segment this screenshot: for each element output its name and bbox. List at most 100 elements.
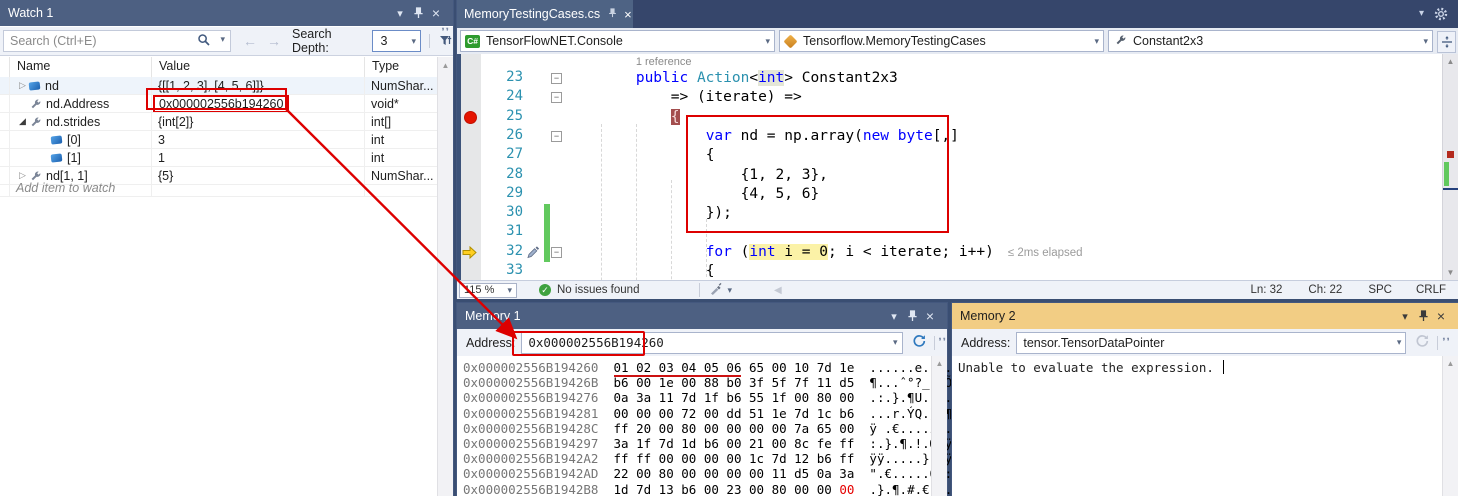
split-editor-button[interactable] <box>1437 31 1456 53</box>
watch-type-cell[interactable]: int <box>365 131 437 148</box>
memory2-scrollbar[interactable]: ▲ <box>1442 356 1458 496</box>
gear-icon[interactable] <box>1434 7 1448 24</box>
watch-value-cell[interactable]: 0x000002556b194260 <box>152 95 365 112</box>
code-line[interactable]: { <box>566 146 1442 165</box>
tab-close-icon[interactable]: × <box>624 7 632 22</box>
fold-collapse-box[interactable]: − <box>551 247 562 258</box>
col-header-name[interactable]: Name <box>10 57 152 77</box>
memory1-hex-dump[interactable]: 0x000002556B194260 01 02 03 04 05 06 65 … <box>457 356 932 496</box>
memory2-address-input[interactable]: tensor.TensorDataPointer ▾ <box>1016 332 1406 354</box>
memory-row[interactable]: 0x000002556B194260 01 02 03 04 05 06 65 … <box>463 360 916 375</box>
memory1-address-input[interactable]: 0x000002556B194260 ▾ <box>521 332 902 354</box>
close-icon[interactable]: × <box>921 308 939 324</box>
refresh-icon[interactable] <box>912 334 926 351</box>
fold-collapse-box[interactable]: − <box>551 131 562 142</box>
watch-name-cell[interactable]: ◢nd.strides <box>10 113 152 130</box>
memory-row[interactable]: 0x000002556B19428C ff 20 00 80 00 00 00 … <box>463 421 916 436</box>
search-depth-dropdown[interactable]: 3 ▾ <box>372 30 421 52</box>
tab-pin-icon[interactable] <box>608 7 617 21</box>
code-line[interactable] <box>566 223 1442 242</box>
toolbar-overflow-grip[interactable]: ❜❜ <box>442 27 450 38</box>
code-line[interactable]: { <box>566 262 1442 280</box>
health-indicator-text[interactable]: No issues found <box>557 284 639 296</box>
scroll-down-icon[interactable]: ▼ <box>1443 268 1458 277</box>
code-line[interactable]: public Action<int> Constant2x3 <box>566 69 1442 88</box>
scroll-up-icon[interactable]: ▲ <box>438 57 453 70</box>
tab-list-chevron-icon[interactable]: ▾ <box>1419 8 1424 19</box>
code-line[interactable]: => (iterate) => <box>566 88 1442 107</box>
col-header-value[interactable]: Value <box>152 57 365 77</box>
memory-row[interactable]: 0x000002556B19426B b6 00 1e 00 88 b0 3f … <box>463 375 916 390</box>
close-icon[interactable]: × <box>427 5 445 21</box>
watch-value-cell[interactable]: 1 <box>152 149 365 166</box>
code-line[interactable]: var nd = np.array(new byte[,] <box>566 127 1442 146</box>
health-check-icon[interactable]: ✓ <box>539 284 551 296</box>
watch-name-cell[interactable]: [0] <box>10 131 152 148</box>
editor-vertical-scrollbar[interactable]: ▲ ▼ <box>1442 54 1458 280</box>
memory2-titlebar[interactable]: Memory 2 ▾ × <box>952 303 1458 329</box>
search-icon[interactable] <box>197 33 211 50</box>
pin-icon[interactable] <box>903 308 921 324</box>
memory1-titlebar[interactable]: Memory 1 ▾ × <box>457 303 947 329</box>
class-dropdown[interactable]: Tensorflow.MemoryTestingCases ▾ <box>779 30 1104 52</box>
member-dropdown[interactable]: Constant2x3 ▾ <box>1108 30 1433 52</box>
code-line[interactable]: { <box>566 108 1442 127</box>
watch-type-cell[interactable]: int <box>365 149 437 166</box>
window-position-chevron-icon[interactable]: ▾ <box>391 5 409 21</box>
watch-name-cell[interactable]: [1] <box>10 149 152 166</box>
memory-row[interactable]: 0x000002556B1942A2 ff ff 00 00 00 00 1c … <box>463 451 916 466</box>
search-forward-icon[interactable]: → <box>262 33 286 49</box>
watch-row[interactable]: [1]1int <box>0 149 437 167</box>
watch-type-cell[interactable]: int[] <box>365 113 437 130</box>
fold-collapse-box[interactable]: − <box>551 92 562 103</box>
toolbar-overflow-grip[interactable]: ❜❜ <box>939 337 947 348</box>
memory2-content[interactable]: Unable to evaluate the expression. <box>952 356 1443 496</box>
scroll-up-icon[interactable]: ▲ <box>1443 54 1458 66</box>
memory-row[interactable]: 0x000002556B194276 0a 3a 11 7d 1f b6 55 … <box>463 390 916 405</box>
scroll-up-icon[interactable]: ▲ <box>932 356 947 368</box>
memory1-scrollbar[interactable]: ▲ <box>931 356 947 496</box>
code-line[interactable]: {4, 5, 6} <box>566 185 1442 204</box>
watch-row[interactable]: [0]3int <box>0 131 437 149</box>
code-area[interactable]: 231 reference− public Action<int> Consta… <box>457 54 1458 280</box>
breakpoint-icon[interactable] <box>464 111 477 124</box>
current-statement-arrow-icon[interactable] <box>462 246 477 262</box>
memory-row[interactable]: 0x000002556B194281 00 00 00 72 00 dd 51 … <box>463 406 916 421</box>
perf-tip[interactable]: ≤ 2ms elapsed <box>1008 247 1083 259</box>
watch-row[interactable]: nd.Address0x000002556b194260void* <box>0 95 437 113</box>
code-line[interactable]: {1, 2, 3}, <box>566 166 1442 185</box>
code-line[interactable]: }); <box>566 204 1442 223</box>
watch-name-cell[interactable]: ▷nd <box>10 77 152 94</box>
format-broom-icon[interactable] <box>708 282 723 298</box>
watch-scrollbar[interactable]: ▲ <box>437 57 453 496</box>
toolbar-overflow-grip[interactable]: ❜❜ <box>1442 337 1450 348</box>
memory-row[interactable]: 0x000002556B194297 3a 1f 7d 1d b6 00 21 … <box>463 436 916 451</box>
fold-collapse-box[interactable]: − <box>551 73 562 84</box>
watch-add-row[interactable]: Add item to watch <box>0 179 437 197</box>
memory-row[interactable]: 0x000002556B1942B8 1d 7d 13 b6 00 23 00 … <box>463 482 916 496</box>
pin-icon[interactable] <box>409 5 427 21</box>
window-position-chevron-icon[interactable]: ▾ <box>1396 308 1414 324</box>
pin-icon[interactable] <box>1414 308 1432 324</box>
hscroll-left-icon[interactable]: ◀ <box>774 285 782 296</box>
watch-type-cell[interactable]: void* <box>365 95 437 112</box>
watch-value-cell[interactable]: {[[1, 2, 3], [4, 5, 6]]} <box>152 77 365 94</box>
watch-value-cell[interactable]: {int[2]} <box>152 113 365 130</box>
collapsed-expander-icon[interactable]: ▷ <box>16 80 29 91</box>
watch-value-cell[interactable]: 3 <box>152 131 365 148</box>
search-options-chevron-icon[interactable]: ▾ <box>220 34 225 45</box>
code-line[interactable]: for (int i = 0; i < iterate; i++)≤ 2ms e… <box>566 243 1442 262</box>
watch-type-cell[interactable]: NumShar... <box>365 77 437 94</box>
close-icon[interactable]: × <box>1432 308 1450 324</box>
watch-row[interactable]: ▷nd{[[1, 2, 3], [4, 5, 6]]}NumShar... <box>0 77 437 95</box>
watch-titlebar[interactable]: Watch 1 ▾ × <box>0 0 453 26</box>
scroll-up-icon[interactable]: ▲ <box>1443 356 1458 368</box>
zoom-dropdown[interactable]: 115 % ▾ <box>459 283 517 298</box>
watch-name-cell[interactable]: nd.Address <box>10 95 152 112</box>
broom-options-chevron-icon[interactable]: ▾ <box>727 285 732 296</box>
memory-row[interactable]: 0x000002556B1942AD 22 00 80 00 00 00 00 … <box>463 466 916 481</box>
project-dropdown[interactable]: C# TensorFlowNET.Console ▾ <box>460 30 775 52</box>
document-tab[interactable]: MemoryTestingCases.cs × <box>457 0 633 28</box>
col-header-type[interactable]: Type <box>365 57 437 77</box>
search-back-icon[interactable]: ← <box>238 33 262 49</box>
